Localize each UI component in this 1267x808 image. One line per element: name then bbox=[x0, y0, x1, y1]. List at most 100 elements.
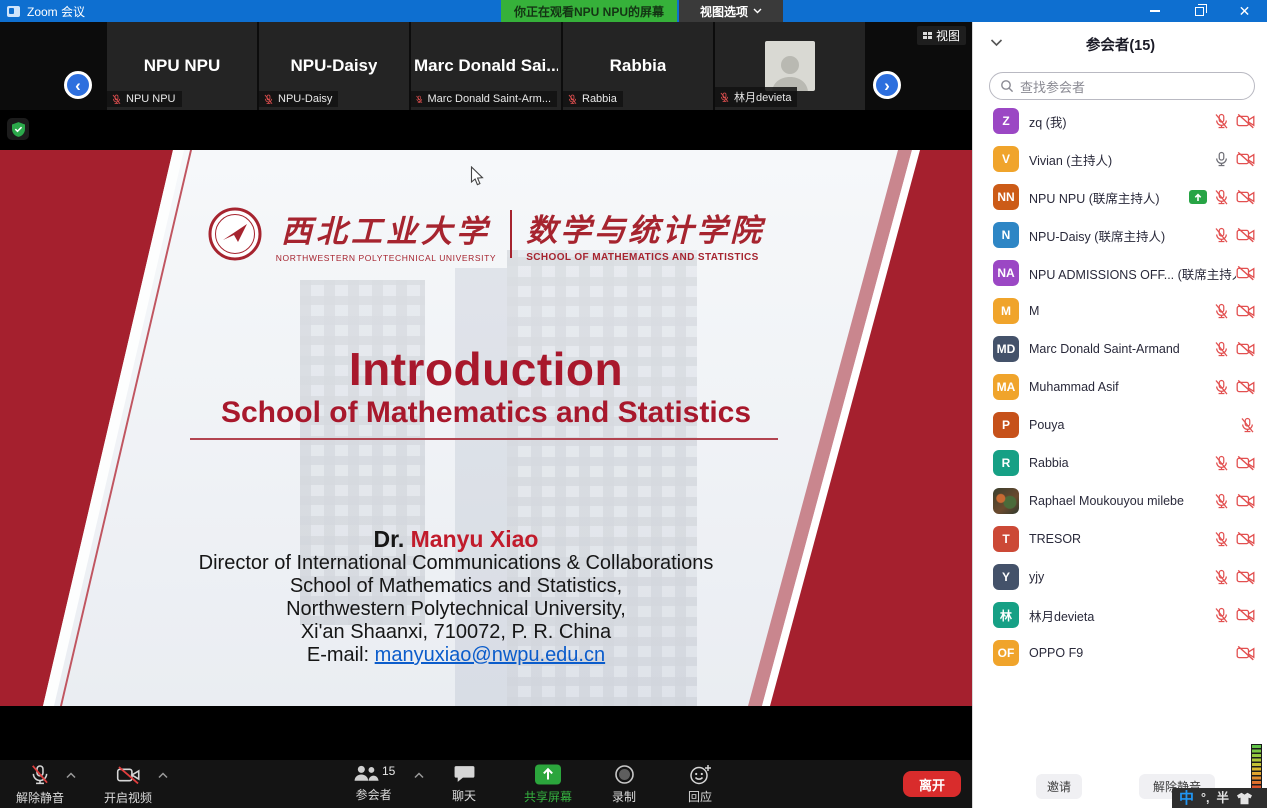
participant-name: NPU NPU (联席主持人) bbox=[1029, 188, 1189, 207]
video-options-caret[interactable] bbox=[158, 772, 168, 779]
share-screen-button[interactable]: 共享屏幕 bbox=[524, 764, 572, 805]
video-strip: NPU NPU NPU NPUNPU-Daisy NPU-DaisyMarc D… bbox=[0, 22, 972, 110]
participants-options-caret[interactable] bbox=[414, 772, 424, 779]
view-options-button[interactable]: 视图选项 bbox=[679, 0, 783, 22]
participant-list: Zzq (我) VVivian (主持人) NNNPU NPU (联席主持人) … bbox=[973, 102, 1267, 672]
zoom-app-icon bbox=[7, 6, 20, 17]
restore-button[interactable] bbox=[1177, 0, 1222, 22]
chat-label: 聊天 bbox=[452, 787, 476, 804]
tile-participant-name: Marc Donald Sai... bbox=[414, 56, 558, 76]
avatar bbox=[765, 41, 815, 91]
search-participants-input[interactable]: 查找参会者 bbox=[989, 72, 1255, 100]
ime-toolbar[interactable]: 中 °, 半 bbox=[1172, 788, 1267, 808]
invite-button[interactable]: 邀请 bbox=[1036, 774, 1082, 799]
scroll-left-button[interactable]: ‹ bbox=[64, 71, 92, 99]
video-tile[interactable]: NPU NPU NPU NPU bbox=[107, 22, 257, 110]
participant-row[interactable]: MDMarc Donald Saint-Armand bbox=[973, 330, 1267, 368]
avatar: N bbox=[993, 222, 1019, 248]
close-button[interactable]: ✕ bbox=[1222, 0, 1267, 22]
reactions-label: 回应 bbox=[688, 788, 712, 805]
zoom-meeting-window: Zoom 会议 你正在观看NPU NPU的屏幕 视图选项 ✕ NPU NPU N… bbox=[0, 0, 1267, 808]
search-placeholder: 查找参会者 bbox=[1020, 77, 1085, 96]
mic-muted-icon bbox=[567, 94, 578, 105]
ime-punctuation-icon[interactable]: °, bbox=[1201, 792, 1209, 805]
participant-name: Raphael Moukouyou milebe bbox=[1029, 494, 1213, 508]
video-tile[interactable]: 林月devieta bbox=[715, 22, 865, 110]
chat-icon bbox=[453, 764, 476, 784]
participants-panel: 参会者(15) 查找参会者 Zzq (我) VVivian (主持人) NNNP… bbox=[972, 22, 1267, 808]
video-off-icon bbox=[1236, 189, 1256, 205]
video-tile[interactable]: NPU-Daisy NPU-Daisy bbox=[259, 22, 409, 110]
video-tile[interactable]: Rabbia Rabbia bbox=[563, 22, 713, 110]
university-emblem-icon bbox=[208, 207, 262, 261]
participant-row[interactable]: RRabbia bbox=[973, 444, 1267, 482]
encryption-badge[interactable] bbox=[7, 118, 29, 140]
participant-row[interactable]: NNPU-Daisy (联席主持人) bbox=[973, 216, 1267, 254]
ime-width-icon[interactable]: 半 bbox=[1217, 792, 1230, 805]
screen-sharing-badge bbox=[1189, 190, 1207, 204]
participant-row[interactable]: PPouya bbox=[973, 406, 1267, 444]
start-video-button[interactable]: 开启视频 bbox=[104, 764, 152, 806]
participant-row[interactable]: NANPU ADMISSIONS OFF... (联席主持人) bbox=[973, 254, 1267, 292]
reactions-button[interactable]: 回应 bbox=[688, 764, 712, 805]
video-off-icon bbox=[1236, 379, 1256, 395]
gallery-view-button[interactable]: 视图 bbox=[917, 26, 966, 45]
participant-row[interactable]: 林林月devieta bbox=[973, 596, 1267, 634]
video-off-icon bbox=[1236, 455, 1256, 471]
participant-name: Marc Donald Saint-Armand bbox=[1029, 342, 1213, 356]
leave-button[interactable]: 离开 bbox=[903, 771, 961, 797]
participant-row[interactable]: Zzq (我) bbox=[973, 102, 1267, 140]
shield-check-icon bbox=[12, 122, 25, 137]
participant-status-icons bbox=[1189, 189, 1256, 206]
video-off-icon bbox=[1236, 569, 1256, 585]
video-tile[interactable]: Marc Donald Sai... Marc Donald Saint-Arm… bbox=[411, 22, 561, 110]
avatar: OF bbox=[993, 640, 1019, 666]
chevron-down-icon bbox=[753, 8, 762, 14]
slide-divider-line bbox=[190, 438, 778, 440]
chat-button[interactable]: 聊天 bbox=[452, 764, 476, 804]
logo-en-university: NORTHWESTERN POLYTECHNICAL UNIVERSITY bbox=[276, 253, 496, 263]
mic-muted-icon bbox=[1213, 379, 1230, 396]
participant-row[interactable]: Yyjy bbox=[973, 558, 1267, 596]
ime-skin-icon[interactable] bbox=[1236, 792, 1253, 805]
participant-row[interactable]: NN NPU NPU (联席主持人) bbox=[973, 178, 1267, 216]
participant-status-icons bbox=[1213, 227, 1256, 244]
participant-status-icons bbox=[1213, 341, 1256, 358]
participant-row[interactable]: MM bbox=[973, 292, 1267, 330]
speaker-info: Dr. Manyu Xiao Director of International… bbox=[66, 526, 846, 667]
mic-options-caret[interactable] bbox=[66, 772, 76, 779]
video-off-icon bbox=[1236, 531, 1256, 547]
participant-row[interactable]: MAMuhammad Asif bbox=[973, 368, 1267, 406]
participant-row[interactable]: OFOPPO F9 bbox=[973, 634, 1267, 672]
participant-row[interactable]: VVivian (主持人) bbox=[973, 140, 1267, 178]
logo-en-school: SCHOOL OF MATHEMATICS AND STATISTICS bbox=[526, 252, 764, 263]
mic-muted-icon bbox=[415, 94, 424, 105]
speaker-prefix: Dr. bbox=[374, 526, 405, 552]
view-options-label: 视图选项 bbox=[700, 3, 748, 20]
unmute-button[interactable]: 解除静音 bbox=[16, 764, 64, 806]
mic-muted-icon bbox=[263, 94, 274, 105]
avatar: NN bbox=[993, 184, 1019, 210]
tile-participant-name: Rabbia bbox=[610, 56, 667, 76]
video-off-icon bbox=[1236, 341, 1256, 357]
scroll-right-button[interactable]: › bbox=[873, 71, 901, 99]
university-logo: 西北工业大学 NORTHWESTERN POLYTECHNICAL UNIVER… bbox=[0, 205, 972, 263]
mic-muted-icon bbox=[1213, 303, 1230, 320]
participants-button[interactable]: 15 参会者 bbox=[352, 764, 395, 803]
ime-mode-icon[interactable]: 中 bbox=[1179, 791, 1194, 806]
mic-muted-icon bbox=[29, 764, 51, 786]
participant-row[interactable]: TTRESOR bbox=[973, 520, 1267, 558]
participant-status-icons bbox=[1213, 379, 1256, 396]
email-link[interactable]: manyuxiao@nwpu.edu.cn bbox=[375, 644, 605, 666]
record-button[interactable]: 录制 bbox=[612, 764, 636, 805]
participant-status-icons bbox=[1213, 455, 1256, 472]
participant-status-icons bbox=[1213, 607, 1256, 624]
reactions-icon bbox=[689, 764, 712, 785]
avatar: R bbox=[993, 450, 1019, 476]
minimize-icon bbox=[1150, 10, 1160, 12]
minimize-button[interactable] bbox=[1132, 0, 1177, 22]
mic-muted-icon bbox=[1213, 113, 1230, 130]
video-off-icon bbox=[1236, 493, 1256, 509]
participant-row[interactable]: Raphael Moukouyou milebe bbox=[973, 482, 1267, 520]
avatar: MA bbox=[993, 374, 1019, 400]
